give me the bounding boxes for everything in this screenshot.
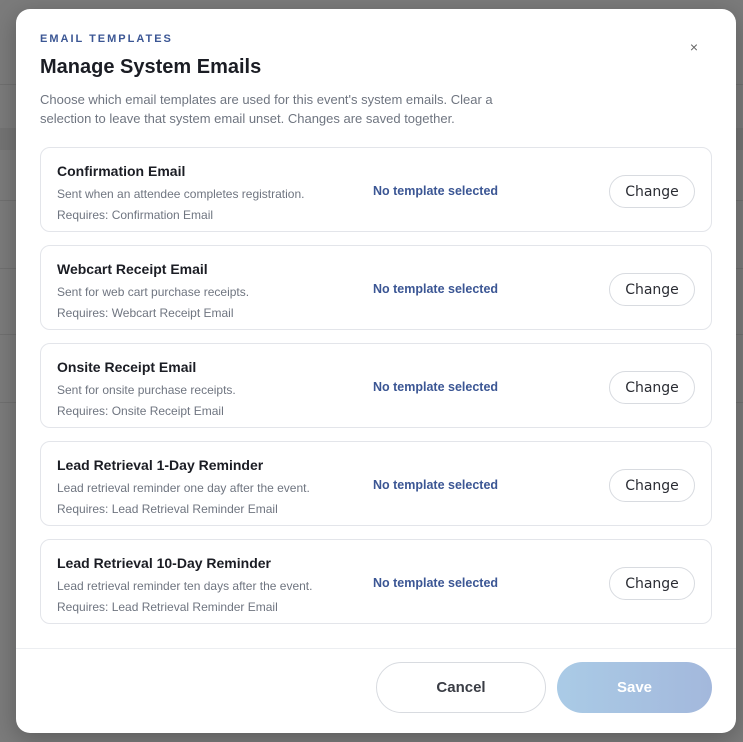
dialog-description: Choose which email templates are used fo… (40, 92, 493, 126)
change-template-button[interactable]: Change (609, 567, 695, 600)
email-requirement: Requires: Onsite Receipt Email (57, 404, 224, 418)
cancel-button[interactable]: Cancel (376, 662, 546, 713)
close-icon[interactable]: × (690, 39, 698, 55)
system-email-card: Lead Retrieval 1-Day Reminder Lead retri… (40, 441, 712, 526)
change-template-button[interactable]: Change (609, 371, 695, 404)
close-button[interactable]: × (684, 37, 704, 57)
change-template-button[interactable]: Change (609, 273, 695, 306)
template-status: No template selected (373, 282, 499, 296)
save-button[interactable]: Save (557, 662, 712, 713)
email-description: Sent for onsite purchase receipts. (57, 383, 236, 397)
email-description: Lead retrieval reminder ten days after t… (57, 579, 313, 593)
system-email-card: Lead Retrieval 10-Day Reminder Lead retr… (40, 539, 712, 624)
email-name: Confirmation Email (57, 163, 186, 179)
email-name: Webcart Receipt Email (57, 261, 208, 277)
email-requirement: Requires: Webcart Receipt Email (57, 306, 234, 320)
template-status: No template selected (373, 184, 499, 198)
footer-divider (16, 648, 736, 649)
system-email-card: Webcart Receipt Email Sent for web cart … (40, 245, 712, 330)
change-template-button[interactable]: Change (609, 469, 695, 502)
email-requirement: Requires: Confirmation Email (57, 208, 214, 222)
system-email-card: Confirmation Email Sent when an attendee… (40, 147, 712, 232)
email-description: Lead retrieval reminder one day after th… (57, 481, 310, 495)
email-name: Onsite Receipt Email (57, 359, 197, 375)
manage-system-emails-dialog: × EMAIL TEMPLATES Manage System Emails C… (16, 9, 736, 733)
email-requirement: Requires: Lead Retrieval Reminder Email (57, 502, 278, 516)
email-name: Lead Retrieval 10-Day Reminder (57, 555, 271, 571)
dialog-eyebrow: EMAIL TEMPLATES (40, 33, 173, 45)
email-name: Lead Retrieval 1-Day Reminder (57, 457, 264, 473)
template-status: No template selected (373, 478, 499, 492)
change-template-button[interactable]: Change (609, 175, 695, 208)
dialog-title: Manage System Emails (40, 56, 262, 78)
template-status: No template selected (373, 576, 499, 590)
email-requirement: Requires: Lead Retrieval Reminder Email (57, 600, 278, 614)
system-email-card: Onsite Receipt Email Sent for onsite pur… (40, 343, 712, 428)
email-description: Sent for web cart purchase receipts. (57, 285, 250, 299)
system-email-list: Confirmation Email Sent when an attendee… (40, 147, 712, 637)
template-status: No template selected (373, 380, 499, 394)
email-description: Sent when an attendee completes registra… (57, 187, 305, 201)
